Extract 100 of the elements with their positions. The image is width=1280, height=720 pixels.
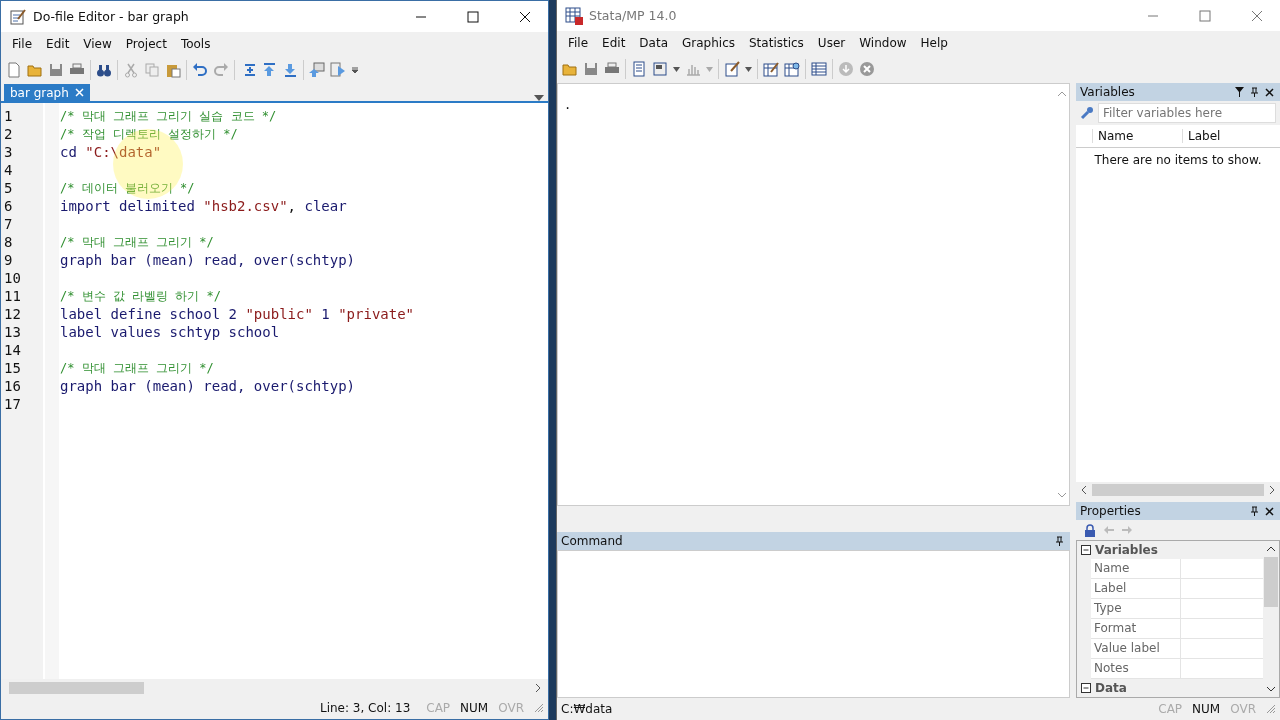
variables-manager-icon[interactable] bbox=[811, 61, 827, 77]
code-line: import delimited "hsb2.csv", clear bbox=[60, 198, 347, 214]
menu-item[interactable]: Data bbox=[632, 36, 675, 50]
menu-item[interactable]: User bbox=[810, 36, 853, 50]
binoculars-icon[interactable] bbox=[96, 62, 112, 78]
filter-icon[interactable] bbox=[1235, 87, 1244, 97]
pin-icon[interactable] bbox=[1250, 506, 1259, 516]
line-number: 4 bbox=[3, 162, 14, 178]
data-editor-icon[interactable] bbox=[763, 61, 779, 77]
lock-icon[interactable] bbox=[1084, 523, 1096, 537]
menu-item[interactable]: File bbox=[561, 36, 596, 50]
open-folder-icon[interactable] bbox=[562, 61, 578, 77]
editor-icon bbox=[9, 7, 27, 26]
menu-item[interactable]: Tools bbox=[173, 37, 218, 51]
property-name: Notes bbox=[1091, 659, 1181, 678]
menu-item[interactable]: View bbox=[76, 37, 119, 51]
scrollbar-thumb[interactable] bbox=[1092, 484, 1264, 496]
break-icon[interactable] bbox=[859, 61, 875, 77]
window-title: Stata/MP 14.0 bbox=[589, 8, 677, 23]
panel-title: Variables bbox=[1080, 85, 1135, 99]
code-line: /* 막대 그래프 그리기 */ bbox=[60, 234, 214, 251]
menu-item[interactable]: File bbox=[5, 37, 40, 51]
line-number: 11 bbox=[3, 288, 22, 304]
scrollbar-thumb[interactable] bbox=[9, 682, 144, 694]
key-indicator: OVR bbox=[1230, 702, 1256, 716]
menu-item[interactable]: Statistics bbox=[742, 36, 811, 50]
column-header[interactable]: Name bbox=[1092, 129, 1182, 143]
dropdown-icon[interactable] bbox=[673, 66, 680, 72]
run-selection-icon[interactable] bbox=[309, 62, 325, 78]
menu-item[interactable]: Edit bbox=[39, 37, 77, 51]
scrollbar-thumb[interactable] bbox=[1264, 557, 1278, 607]
redo-icon[interactable] bbox=[213, 62, 229, 78]
property-name: Value label bbox=[1091, 639, 1181, 658]
code-line: /* 데이터 불러오기 */ bbox=[60, 180, 195, 197]
paste-icon[interactable] bbox=[165, 62, 181, 78]
line-number: 1 bbox=[3, 108, 14, 124]
empty-message: There are no items to show. bbox=[1094, 152, 1262, 167]
menu-item[interactable]: Project bbox=[118, 37, 174, 51]
line-number: 17 bbox=[3, 396, 22, 412]
undo-icon[interactable] bbox=[192, 62, 208, 78]
data-browser-icon[interactable] bbox=[784, 61, 800, 77]
code-line: graph bar (mean) read, over(schtyp) bbox=[60, 378, 355, 394]
code-line: /* 변수 값 라벨링 하기 */ bbox=[60, 288, 222, 305]
key-indicator: NUM bbox=[1192, 702, 1221, 716]
collapse-icon[interactable] bbox=[1081, 545, 1091, 555]
line-number: 15 bbox=[3, 360, 22, 376]
dropdown-icon[interactable] bbox=[534, 95, 544, 101]
results-text: . bbox=[563, 97, 573, 114]
execute-icon[interactable] bbox=[330, 62, 346, 78]
collapse-icon[interactable] bbox=[1081, 683, 1091, 693]
resize-grip-icon[interactable] bbox=[534, 703, 544, 713]
section-label: Variables bbox=[1095, 543, 1158, 557]
dropdown-icon[interactable] bbox=[745, 66, 752, 72]
panel-title: Properties bbox=[1080, 504, 1141, 518]
close-icon[interactable] bbox=[1265, 506, 1274, 516]
save-icon[interactable] bbox=[583, 61, 599, 77]
menu-item[interactable]: Graphics bbox=[675, 36, 742, 50]
grid-icon bbox=[565, 6, 583, 25]
close-icon[interactable] bbox=[1265, 87, 1274, 97]
key-indicator: CAP bbox=[426, 701, 451, 715]
property-name: Type bbox=[1091, 599, 1181, 618]
open-folder-icon[interactable] bbox=[27, 62, 43, 78]
window-title: Do-file Editor - bar graph bbox=[33, 9, 189, 24]
line-number: 3 bbox=[3, 144, 14, 160]
key-indicator: CAP bbox=[1158, 702, 1183, 716]
filter-field[interactable]: Filter variables here bbox=[1098, 103, 1276, 123]
do-file-editor-icon[interactable] bbox=[724, 61, 740, 77]
resize-grip-icon[interactable] bbox=[1266, 704, 1276, 714]
code-line: cd "C:\data" bbox=[60, 144, 162, 160]
cursor-position: Line: 3, Col: 13 bbox=[319, 701, 411, 715]
line-number: 6 bbox=[3, 198, 14, 214]
save-icon[interactable] bbox=[48, 62, 64, 78]
line-number: 14 bbox=[3, 342, 22, 358]
code-line: label values schtyp school bbox=[60, 324, 280, 340]
viewer-icon[interactable] bbox=[652, 61, 668, 77]
key-indicator: OVR bbox=[498, 701, 524, 715]
line-number: 8 bbox=[3, 234, 14, 250]
code-line: graph bar (mean) read, over(schtyp) bbox=[60, 252, 355, 268]
command-field[interactable] bbox=[557, 550, 1070, 698]
line-number: 2 bbox=[3, 126, 14, 142]
pin-icon[interactable] bbox=[1055, 536, 1064, 546]
menu-item[interactable]: Window bbox=[852, 36, 914, 50]
menu-item[interactable]: Help bbox=[913, 36, 955, 50]
log-icon[interactable] bbox=[631, 61, 647, 77]
menu-item[interactable]: Edit bbox=[595, 36, 633, 50]
line-number: 9 bbox=[3, 252, 14, 268]
column-header[interactable]: Label bbox=[1182, 129, 1272, 143]
document-tab[interactable]: bar graph bbox=[4, 84, 90, 101]
wrench-icon[interactable] bbox=[1080, 106, 1094, 120]
line-number: 10 bbox=[3, 270, 22, 286]
scissors-icon[interactable] bbox=[123, 62, 139, 78]
line-number: 5 bbox=[3, 180, 14, 196]
panel-title: Command bbox=[561, 534, 623, 548]
new-file-icon[interactable] bbox=[6, 62, 22, 78]
pin-icon[interactable] bbox=[1250, 87, 1259, 97]
property-name: Format bbox=[1091, 619, 1181, 638]
dropdown-icon[interactable] bbox=[351, 66, 359, 74]
code-line: /* 막대 그래프 그리기 실습 코드 */ bbox=[60, 108, 277, 125]
property-name: Name bbox=[1091, 559, 1181, 578]
line-number: 13 bbox=[3, 324, 22, 340]
